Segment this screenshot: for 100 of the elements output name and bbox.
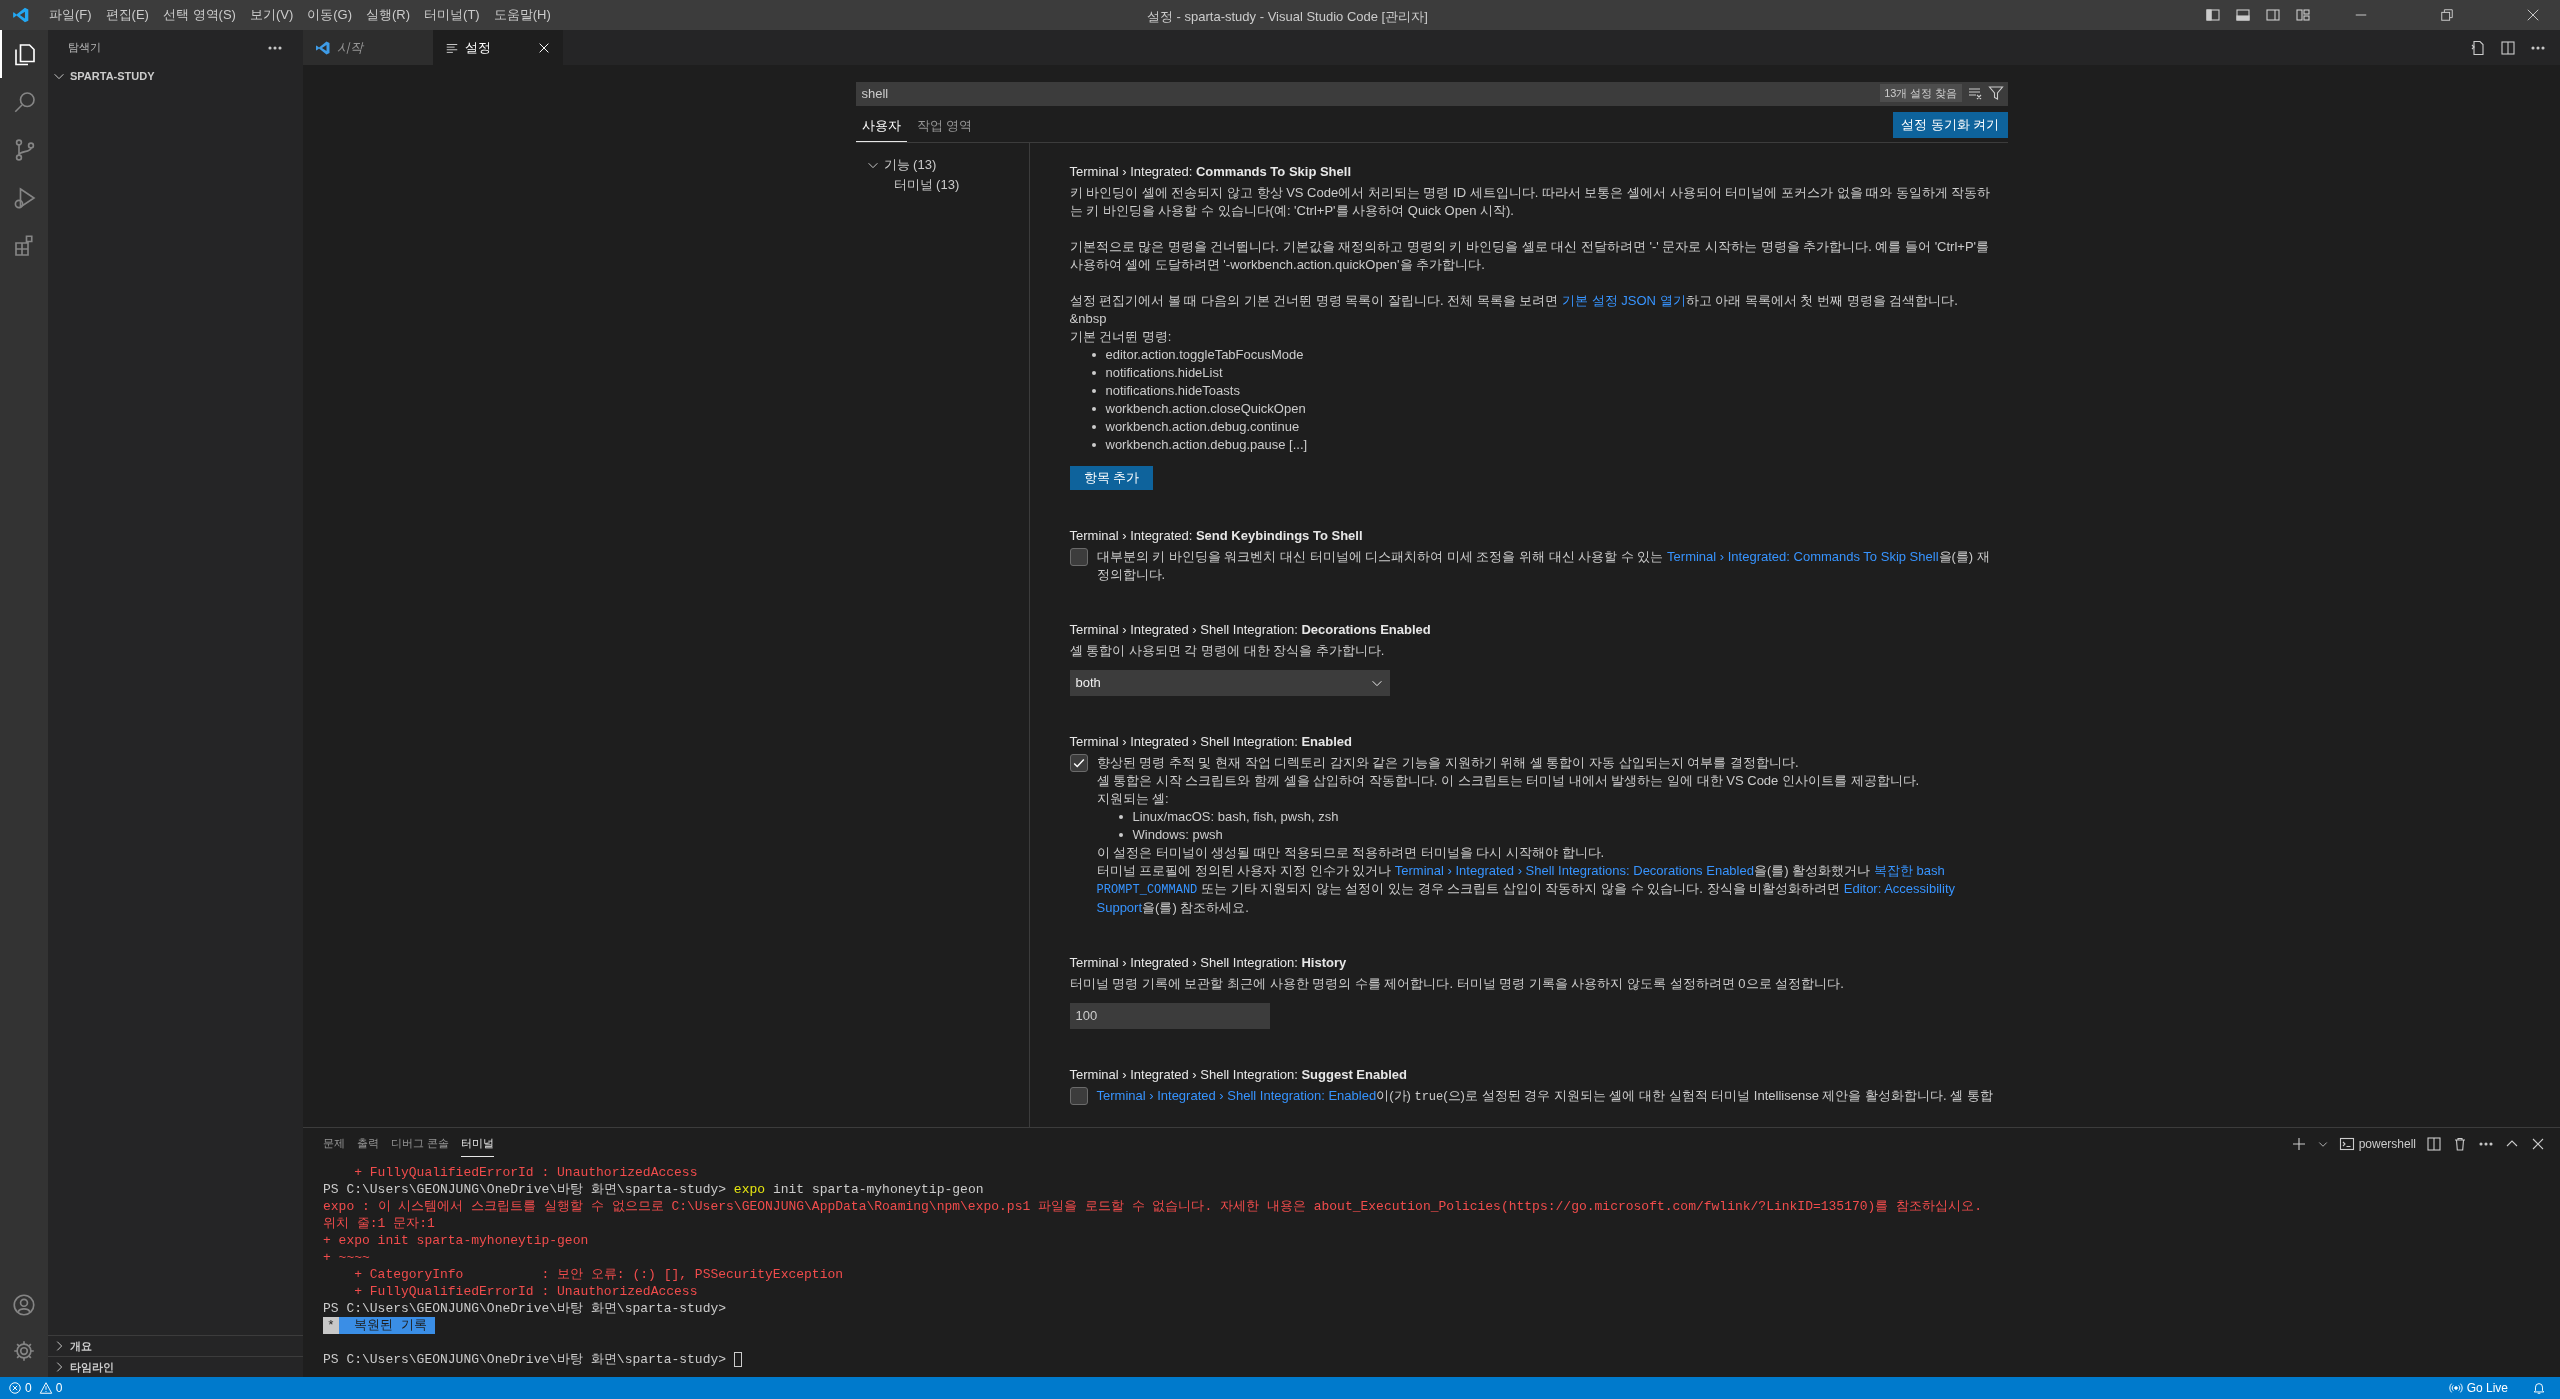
broadcast-icon — [2448, 1381, 2463, 1395]
section-header[interactable]: 개요 — [48, 1335, 303, 1356]
list-text: notifications.hideList — [1105, 364, 1223, 382]
scope-tab[interactable]: 작업 영역 — [910, 115, 979, 142]
account-icon[interactable] — [12, 1293, 36, 1317]
bullet — [1118, 815, 1123, 819]
list-text: Linux/macOS: bash, fish, pwsh, zsh — [1132, 808, 1339, 826]
terminal-line: PS C:\Users\GEONJUNG\OneDrive\바탕 화면\sparta-study> — [323, 1300, 728, 1317]
menu-item[interactable]: 편집(E) — [98, 5, 156, 25]
restored-marker: * — [323, 1317, 339, 1334]
folder-header[interactable]: SPARTA-STUDY — [48, 65, 303, 87]
terminal-line: + expo init sparta-myhoneytip-geon — [323, 1232, 590, 1249]
toc-item[interactable]: 터미널 (13) — [865, 175, 1029, 195]
terminal-line: + CategoryInfo : 보안 오류: (:) [], PSSecurityException — [353, 1266, 845, 1283]
terminal-icon — [2338, 1136, 2355, 1152]
terminal-line: PS C:\Users\GEONJUNG\OneDrive\바탕 화면\sparta-study> — [323, 1351, 2540, 1368]
window-title: 설정 - sparta-study - Visual Studio Code [관리자] — [1147, 8, 1428, 26]
menu-item[interactable]: 실행(R) — [359, 5, 418, 25]
trash-icon[interactable] — [2452, 1136, 2468, 1152]
bullet — [1118, 833, 1123, 837]
description-text: 대부분의 키 바인딩을 워크벤치 대신 터미널에 디스패치하여 미세 조정을 위해 대신 사용할 수 있는 Terminal › Integrated: Commands To Skip Shell을(를) 재정의합니다. — [1096, 548, 1991, 584]
terminal-line: PS C:\Users\GEONJUNG\OneDrive\바탕 화면\sparta-study> expo init sparta-myhoneytip-geon — [323, 1181, 985, 1198]
add-item-button[interactable]: 항목 추가 — [1069, 466, 1154, 490]
split-editor-icon[interactable] — [2500, 39, 2516, 56]
warning-icon — [38, 1381, 53, 1395]
list-text: workbench.action.debug.continue — [1105, 418, 1300, 436]
toggle-panel-icon[interactable] — [2235, 7, 2251, 23]
app-logo-icon — [12, 6, 30, 24]
clear-filter-icon[interactable] — [1967, 85, 1984, 101]
description-text: 터미널 프로필에 정의된 사용자 지정 인수가 있거나 Terminal › Integrated › Shell Integrations: Decorations Enabled을(를) 활성화했거나 복잡한 bash PROMPT_COMMAND 또는 기타 지원되지 않는 설정이 있는 경우 스크립트 삽입이 작동하지 않을 수 있습니다. 장식을 비활성화하려면 Editor: Accessibility Support을(를) 참조하세요. — [1096, 862, 1956, 917]
description-text: 터미널 명령 기록에 보관할 최근에 사용한 명령의 수를 제어합니다. 터미널 명령 기록을 사용하지 않도록 설정하려면 0으로 설정합니다. — [1069, 975, 1845, 993]
problems-indicator[interactable]: 0 0 — [8, 1379, 63, 1397]
terminal-line: + FullyQualifiedErrorId : UnauthorizedAccess — [353, 1164, 699, 1181]
close-icon[interactable] — [2530, 1136, 2546, 1152]
setting-title: Terminal › Integrated › Shell Integration: Suggest Enabled — [1069, 1066, 1408, 1084]
files-icon — [13, 42, 37, 66]
menu-item[interactable]: 터미널(T) — [417, 5, 487, 25]
sync-button[interactable]: 설정 동기화 켜기 — [1893, 112, 2008, 138]
checkbox[interactable] — [1069, 754, 1088, 772]
checkbox[interactable] — [1069, 548, 1088, 566]
description-text: 지원되는 셸: — [1096, 790, 1170, 808]
run-debug-icon — [13, 186, 37, 210]
bell-icon[interactable] — [2532, 1381, 2546, 1395]
sidebar-title: 탐색기 — [68, 40, 101, 56]
branch-icon — [13, 138, 37, 162]
dropdown[interactable]: both — [1069, 670, 1390, 696]
panel-tab[interactable]: 문제 — [323, 1131, 345, 1157]
number-field[interactable]: 100 — [1069, 1003, 1270, 1029]
terminal-line: 위치 줄:1 문자:1 — [323, 1215, 436, 1232]
bullet — [1091, 353, 1096, 357]
terminal-profile[interactable]: powershell — [2338, 1135, 2416, 1153]
menu-item[interactable]: 도움말(H) — [486, 5, 558, 25]
toc-item[interactable]: 기능 (13) — [865, 155, 1029, 175]
list-text: workbench.action.closeQuickOpen — [1105, 400, 1306, 418]
list-text: workbench.action.debug.pause [...] — [1105, 436, 1308, 454]
menu-item[interactable]: 선택 영역(S) — [155, 5, 243, 25]
description-text: 기본 건너뛴 명령: — [1069, 328, 1173, 346]
settings-icon[interactable] — [12, 1339, 36, 1363]
restored-history-label: 복원된 기록 — [338, 1317, 436, 1334]
split-terminal-icon[interactable] — [2426, 1136, 2442, 1152]
app-logo-icon — [315, 39, 331, 56]
close-icon[interactable] — [2526, 8, 2540, 22]
terminal-line: expo : 이 시스템에서 스크립트를 실행할 수 없으므로 C:\Users\GEONJUNG\AppData\Roaming\npm\expo.ps1 파일을 로드할 수 없습니다. 자세한 내용은 about_Execution_Policies(https://go.microsoft.com/fwlink/?LinkID=135170)를 참조하십시오. — [323, 1198, 1983, 1215]
setting-title: Terminal › Integrated: Commands To Skip Shell — [1069, 163, 1352, 181]
panel-tab[interactable]: 출력 — [357, 1131, 379, 1157]
error-icon — [8, 1381, 22, 1395]
bullet — [1091, 443, 1096, 447]
checkbox[interactable] — [1069, 1087, 1088, 1105]
editor-tab[interactable]: 설정 — [433, 30, 563, 65]
setting-title: Terminal › Integrated › Shell Integration: Decorations Enabled — [1069, 621, 1432, 639]
description-text: 향상된 명령 추적 및 현재 작업 디렉토리 감지와 같은 기능을 지원하기 위해 셸 통합이 자동 삽입되는지 여부를 결정합니다. — [1096, 754, 1800, 772]
description-text: 이 설정은 터미널이 생성될 때만 적용되므로 적용하려면 터미널을 다시 시작해야 합니다. — [1096, 844, 1606, 862]
menu-item[interactable]: 파일(F) — [42, 5, 99, 25]
description-text: 셸 통합은 시작 스크립트와 함께 셸을 삽입하여 작동합니다. 이 스크립트는 터미널 내에서 발생하는 일에 대한 VS Code 인사이트를 제공합니다. — [1096, 772, 1921, 790]
menu-item[interactable]: 이동(G) — [300, 5, 360, 25]
filter-icon[interactable] — [1987, 85, 2004, 101]
open-json-icon[interactable] — [2470, 39, 2486, 56]
menu-item[interactable]: 보기(V) — [242, 5, 301, 25]
plus-icon[interactable] — [2290, 1136, 2307, 1152]
description-text: 셸 통합이 사용되면 각 명령에 대한 장식을 추가합니다. — [1069, 642, 1386, 660]
setting-title: Terminal › Integrated › Shell Integration: History — [1069, 954, 1348, 972]
description-text: 키 바인딩이 셸에 전송되지 않고 항상 VS Code에서 처리되는 명령 ID 세트입니다. 따라서 보통은 셸에서 사용되어 터미널에 포커스가 없을 때와 동일하게 작동하는 키 바인딩을 사용할 수 있습니다(예: 'Ctrl+P'를 사용하여 Quick Open 시작). — [1069, 184, 1992, 220]
panel-tab[interactable]: 디버그 콘솔 — [391, 1131, 450, 1157]
bullet — [1091, 371, 1096, 375]
editor-tab[interactable]: 시작 — [303, 30, 433, 65]
bullet — [1091, 425, 1096, 429]
description-text: &nbsp — [1069, 310, 1108, 328]
list-text: notifications.hideToasts — [1105, 382, 1240, 400]
restore-icon[interactable] — [2440, 8, 2454, 22]
panel-tab[interactable]: 터미널 — [461, 1131, 495, 1157]
description-text: 기본적으로 많은 명령을 건너뜁니다. 기본값을 재정의하고 명령의 키 바인딩을 셸로 대신 전달하려면 '-' 문자로 시작하는 명령을 추가합니다. 예를 들어 'Ctrl+P'를 사용하여 셸에 도달하려면 '-workbench.action.quickOpen'을 추가합니다. — [1069, 238, 1991, 274]
description-text: 설정 편집기에서 볼 때 다음의 기본 건너뛴 명령 목록이 잘립니다. 전체 목록을 보려면 기본 설정 JSON 열기하고 아래 목록에서 첫 번째 명령을 검색합니다. — [1069, 292, 1959, 310]
layout-icon[interactable] — [2295, 7, 2311, 23]
bullet — [1091, 407, 1096, 411]
toggle-sidebar-icon[interactable] — [2205, 7, 2221, 23]
setting-title: Terminal › Integrated: Send Keybindings To Shell — [1069, 527, 1364, 545]
go-live-button[interactable]: Go Live — [2448, 1379, 2508, 1397]
scope-tab[interactable]: 사용자 — [855, 115, 907, 142]
checkmark-icon — [1071, 756, 1086, 770]
toggle-secondary-sidebar-icon[interactable] — [2265, 7, 2281, 23]
